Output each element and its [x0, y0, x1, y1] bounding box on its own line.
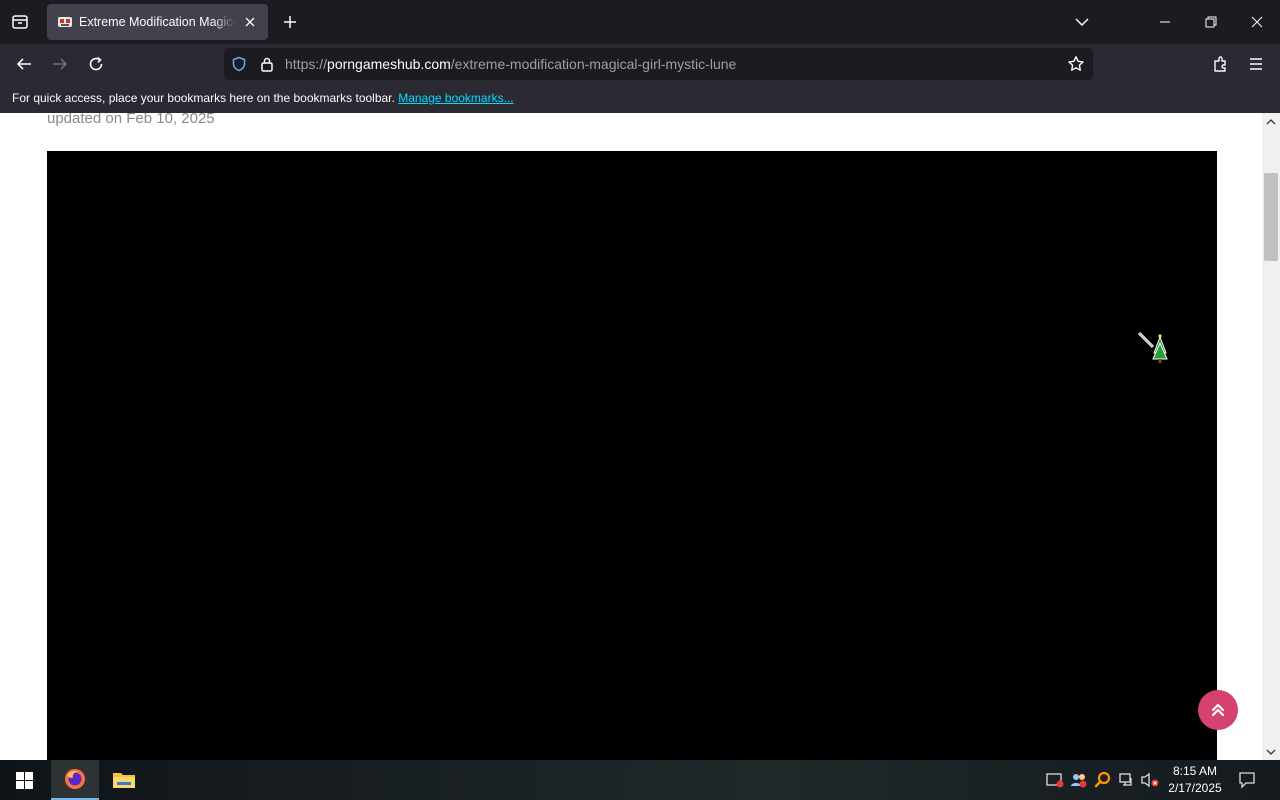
- clock-time: 8:15 AM: [1172, 764, 1218, 778]
- navigation-toolbar: https://porngameshub.com/extreme-modific…: [0, 44, 1280, 84]
- plus-icon: [284, 16, 296, 28]
- tab-title: Extreme Modification Magical Girl: Mysti…: [79, 15, 236, 29]
- address-bar[interactable]: https://porngameshub.com/extreme-modific…: [224, 48, 1093, 80]
- firefox-icon: [65, 769, 85, 789]
- forward-button[interactable]: [44, 48, 76, 80]
- bookmarks-toolbar: For quick access, place your bookmarks h…: [0, 84, 1280, 113]
- firefox-view-icon: [12, 15, 28, 29]
- taskbar-clock[interactable]: 8:15 AM 2/17/2025: [1160, 763, 1230, 797]
- minimize-icon: [1160, 21, 1170, 23]
- url-scheme: https://: [285, 56, 328, 72]
- tray-security-icon[interactable]: [1045, 770, 1065, 790]
- page-scrollbar[interactable]: [1262, 113, 1280, 760]
- tray-network-icon[interactable]: [1117, 770, 1137, 790]
- url-path: /extreme-modification-magical-girl-mysti…: [450, 56, 737, 72]
- list-all-tabs-button[interactable]: [1066, 0, 1098, 44]
- tab-strip: Extreme Modification Magical Girl: Mysti…: [0, 0, 1280, 44]
- restore-icon: [1205, 16, 1217, 28]
- arrow-left-icon: [16, 58, 31, 70]
- chevron-down-icon: [1075, 18, 1089, 27]
- taskbar-firefox[interactable]: [51, 760, 99, 800]
- reload-icon: [89, 56, 103, 71]
- bookmark-star-icon[interactable]: [1066, 54, 1086, 74]
- scroll-to-top-button[interactable]: [1198, 690, 1238, 730]
- site-favicon-icon: [58, 17, 72, 27]
- app-menu-button[interactable]: [1240, 48, 1272, 80]
- arrow-right-icon: [53, 58, 68, 70]
- close-window-button[interactable]: [1234, 0, 1280, 44]
- clock-date: 2/17/2025: [1168, 781, 1222, 795]
- tray-search-icon[interactable]: [1093, 770, 1113, 790]
- chevron-up-icon: [1266, 118, 1276, 124]
- start-button[interactable]: [0, 760, 48, 800]
- windows-taskbar: 8:15 AM 2/17/2025: [0, 760, 1280, 800]
- windows-logo-icon: [15, 771, 33, 789]
- reload-button[interactable]: [80, 48, 112, 80]
- notification-icon: [1239, 772, 1255, 789]
- close-icon: [245, 17, 255, 27]
- restore-button[interactable]: [1188, 0, 1234, 44]
- url-domain: porngameshub.com: [327, 56, 451, 72]
- tab-active[interactable]: Extreme Modification Magical Girl: Mysti…: [47, 4, 268, 40]
- page-content: updated on Feb 10, 2025: [0, 113, 1262, 760]
- url-text[interactable]: https://porngameshub.com/extreme-modific…: [285, 48, 736, 80]
- folder-icon: [113, 773, 135, 788]
- extensions-icon: [1214, 56, 1226, 72]
- bookmarks-toolbar-message: For quick access, place your bookmarks h…: [12, 91, 395, 105]
- game-embed-frame[interactable]: [47, 151, 1217, 760]
- tab-close-button[interactable]: [240, 12, 260, 32]
- firefox-view-button[interactable]: [4, 0, 36, 44]
- scroll-up-arrow[interactable]: [1262, 113, 1280, 129]
- new-tab-button[interactable]: [274, 0, 306, 44]
- chevron-down-icon: [1266, 749, 1276, 755]
- lock-icon[interactable]: [257, 54, 277, 74]
- minimize-button[interactable]: [1142, 0, 1188, 44]
- tracking-protection-shield-icon[interactable]: [229, 54, 249, 74]
- tray-volume-muted-icon[interactable]: [1141, 770, 1161, 790]
- scroll-down-arrow[interactable]: [1262, 744, 1280, 760]
- tray-people-icon[interactable]: [1069, 770, 1089, 790]
- extensions-button[interactable]: [1204, 48, 1236, 80]
- close-icon: [1251, 16, 1263, 28]
- taskbar-file-explorer[interactable]: [100, 760, 148, 800]
- action-center-button[interactable]: [1237, 770, 1257, 790]
- hamburger-menu-icon: [1250, 58, 1262, 70]
- magic-wand-cursor-icon: [1137, 331, 1168, 363]
- manage-bookmarks-link[interactable]: Manage bookmarks...: [398, 91, 513, 105]
- scrollbar-thumb[interactable]: [1264, 173, 1278, 261]
- back-button[interactable]: [8, 48, 40, 80]
- double-chevron-up-icon: [1211, 703, 1225, 717]
- updated-date-text: updated on Feb 10, 2025: [47, 113, 215, 127]
